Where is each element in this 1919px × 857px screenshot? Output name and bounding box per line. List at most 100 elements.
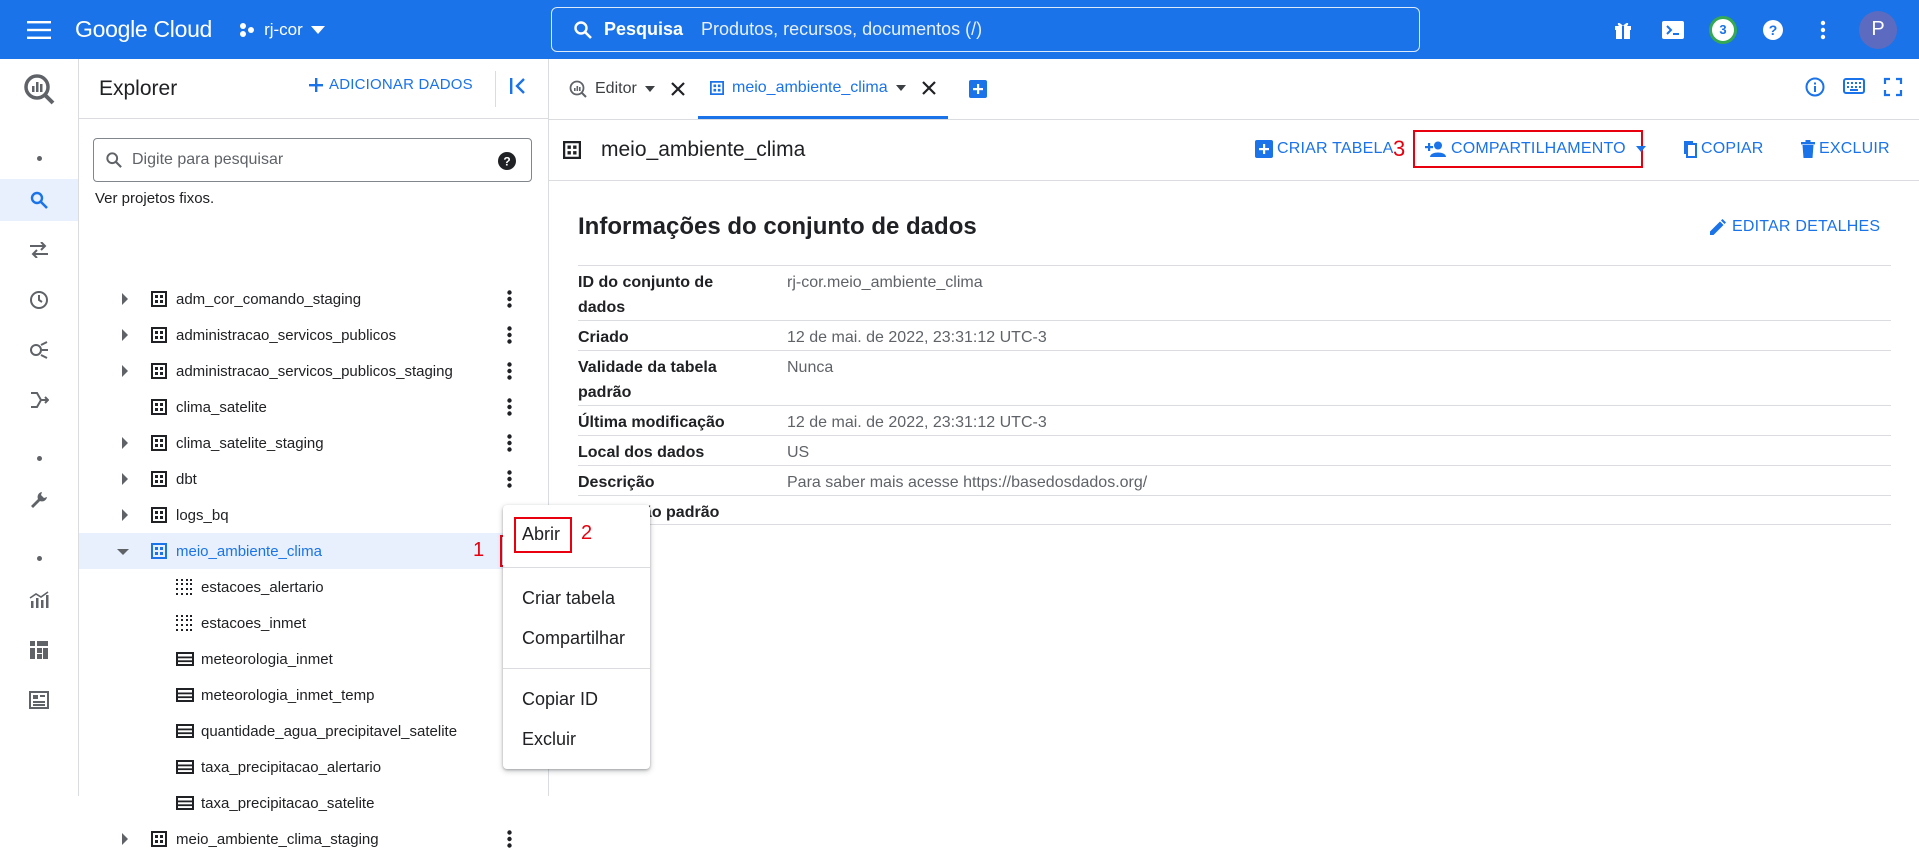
analytics-hub-icon[interactable]	[0, 329, 78, 371]
more-vert-icon[interactable]	[497, 431, 521, 455]
more-vert-icon[interactable]	[497, 395, 521, 419]
tree-row-dataset[interactable]: logs_bq	[79, 497, 548, 533]
scheduled-queries-icon[interactable]	[0, 279, 78, 321]
tree-row-dataset[interactable]: meio_ambiente_clima_staging	[79, 821, 548, 857]
chevron-down-icon[interactable]	[644, 86, 655, 92]
plus-icon	[309, 77, 323, 92]
copy-button[interactable]: COPIAR	[1681, 140, 1764, 158]
reservations-icon[interactable]	[0, 679, 78, 721]
tree-row-table[interactable]: meteorologia_inmet	[79, 641, 548, 677]
menu-icon[interactable]	[19, 10, 59, 50]
google-cloud-logo[interactable]: Google Cloud	[75, 16, 212, 43]
chevron-right-icon[interactable]	[119, 509, 131, 521]
add-data-button[interactable]: ADICIONAR DADOS	[309, 76, 473, 93]
query-icon	[569, 80, 587, 98]
explorer-panel: Explorer ADICIONAR DADOS Digite para pes…	[79, 59, 549, 848]
search-bar[interactable]: Pesquisa Produtos, recursos, documentos …	[551, 7, 1420, 52]
dataset-header: meio_ambiente_clima CRIAR TABELA 3 COMPA…	[549, 120, 1919, 181]
pinned-projects-link[interactable]: Ver projetos fixos.	[95, 190, 214, 207]
tree-row-dataset[interactable]: administracao_servicos_publicos_staging	[79, 353, 548, 389]
tree-row-dataset[interactable]: administracao_servicos_publicos	[79, 317, 548, 353]
more-vert-icon[interactable]	[497, 359, 521, 383]
tree-row-dataset[interactable]: dbt	[79, 461, 548, 497]
info-icon[interactable]	[1805, 77, 1825, 97]
chevron-down-icon[interactable]	[895, 84, 906, 91]
more-vert-icon[interactable]	[497, 467, 521, 491]
transfers-icon[interactable]	[0, 229, 78, 271]
monitoring-icon[interactable]	[0, 579, 78, 621]
wrench-icon[interactable]	[0, 479, 78, 521]
nav-dot-3	[0, 537, 78, 579]
close-icon[interactable]	[671, 82, 685, 96]
tree-row-table[interactable]: taxa_precipitacao_satelite	[79, 785, 548, 821]
detail-row: Validade da tabela padrão Nunca	[578, 350, 1891, 405]
tree-row-dataset-selected[interactable]: meio_ambiente_clima 1	[79, 533, 548, 569]
help-circle-icon[interactable]: ?	[497, 151, 517, 171]
tree-row-label: administracao_servicos_publicos	[176, 326, 397, 344]
delete-label: EXCLUIR	[1819, 140, 1890, 157]
annotation-number-3: 3	[1393, 136, 1406, 161]
collapse-panel-icon[interactable]	[509, 77, 527, 95]
tree-row-label: taxa_precipitacao_satelite	[201, 794, 375, 812]
dataset-icon	[151, 543, 167, 559]
tree-row-table[interactable]: taxa_precipitacao_alertario	[79, 749, 548, 785]
create-table-button[interactable]: CRIAR TABELA	[1255, 140, 1394, 158]
tree-row-table[interactable]: meteorologia_inmet_temp	[79, 677, 548, 713]
menu-item-share[interactable]: Compartilhar	[522, 628, 625, 649]
fullscreen-icon[interactable]	[1883, 77, 1903, 97]
project-selector[interactable]: rj-cor	[238, 20, 325, 40]
sharing-button[interactable]: COMPARTILHAMENTO	[1425, 140, 1646, 158]
chevron-right-icon[interactable]	[119, 473, 131, 485]
help-icon[interactable]: ?	[1759, 16, 1787, 44]
notifications-badge[interactable]: 3	[1709, 15, 1737, 44]
gift-icon[interactable]	[1609, 16, 1637, 44]
detail-key: Última modificação	[578, 414, 725, 431]
cloud-shell-icon[interactable]	[1659, 16, 1687, 44]
bigquery-logo-icon[interactable]	[0, 59, 78, 119]
more-vert-icon[interactable]	[497, 287, 521, 311]
menu-item-create-table[interactable]: Criar tabela	[522, 588, 615, 609]
table-icon	[176, 760, 194, 774]
more-vert-icon[interactable]	[497, 827, 521, 851]
tab-editor[interactable]: Editor	[569, 59, 685, 119]
tree-row-table[interactable]: estacoes_inmet	[79, 605, 548, 641]
chevron-right-icon[interactable]	[119, 437, 131, 449]
detail-value: Para saber mais acesse https://basedosda…	[787, 474, 1148, 491]
capacity-icon[interactable]	[0, 629, 78, 671]
create-table-label: CRIAR TABELA	[1277, 140, 1394, 157]
details-table: ID do conjunto de dados rj-cor.meio_ambi…	[578, 265, 1891, 525]
keyboard-icon[interactable]	[1843, 77, 1865, 95]
explorer-search-icon[interactable]	[0, 179, 78, 221]
menu-item-open[interactable]: Abrir	[522, 524, 560, 545]
menu-item-copy-id[interactable]: Copiar ID	[522, 689, 598, 710]
detail-value: 12 de mai. de 2022, 23:31:12 UTC-3	[787, 329, 1047, 346]
detail-row: Descrição Para saber mais acesse https:/…	[578, 465, 1891, 495]
tree-row-dataset[interactable]: clima_satelite_staging	[79, 425, 548, 461]
chevron-right-icon[interactable]	[119, 365, 131, 377]
tree-row-dataset[interactable]: clima_satelite	[79, 389, 548, 425]
tree-row-dataset[interactable]: adm_cor_comando_staging	[79, 281, 548, 317]
tab-meio-ambiente-clima[interactable]: meio_ambiente_clima	[698, 59, 948, 119]
detail-value: rj-cor.meio_ambiente_clima	[787, 274, 983, 291]
chevron-right-icon[interactable]	[119, 293, 131, 305]
more-vert-icon[interactable]	[1809, 16, 1837, 44]
detail-row: Ordenação padrão	[578, 495, 1891, 525]
explorer-search-input[interactable]: Digite para pesquisar ?	[93, 138, 532, 182]
person-add-icon	[1425, 141, 1446, 157]
dataset-icon	[151, 435, 167, 451]
chevron-right-icon[interactable]	[119, 833, 131, 845]
tree-row-label: meteorologia_inmet_temp	[201, 686, 375, 704]
dataform-icon[interactable]	[0, 379, 78, 421]
new-tab-button[interactable]	[969, 59, 987, 119]
more-vert-icon[interactable]	[497, 323, 521, 347]
avatar[interactable]: P	[1859, 10, 1897, 49]
edit-details-button[interactable]: EDITAR DETALHES	[1710, 218, 1880, 236]
left-nav-rail	[0, 59, 79, 796]
tree-row-table[interactable]: estacoes_alertario	[79, 569, 548, 605]
tree-row-table[interactable]: quantidade_agua_precipitavel_satelite	[79, 713, 548, 749]
chevron-right-icon[interactable]	[119, 329, 131, 341]
chevron-down-icon[interactable]	[117, 546, 129, 558]
close-icon[interactable]	[921, 80, 936, 95]
menu-item-delete[interactable]: Excluir	[522, 729, 576, 750]
delete-button[interactable]: EXCLUIR	[1801, 140, 1890, 158]
